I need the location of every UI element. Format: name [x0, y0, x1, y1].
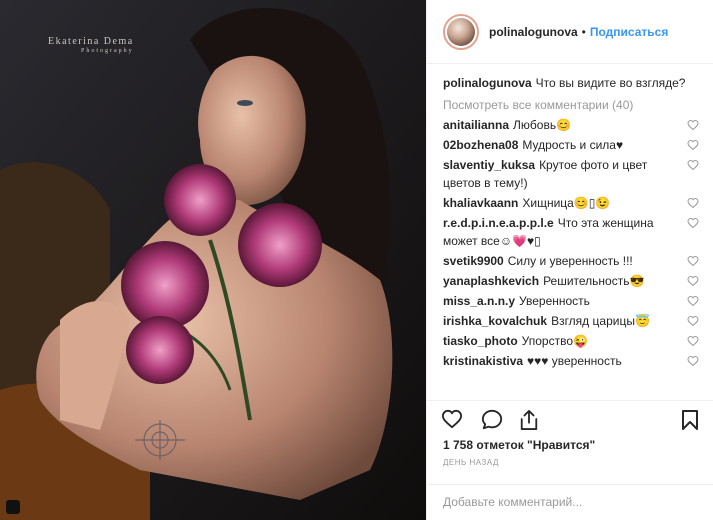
post-panel: polinalogunova • Подписаться polinalogun… [426, 0, 713, 520]
comment-row: r.e.d.p.i.n.e.a.p.p.l.e Что эта женщина м… [443, 214, 699, 250]
speech-bubble-icon[interactable] [481, 409, 503, 431]
comment-text: Силу и уверенность !!! [507, 254, 633, 268]
comment-text: Хищница😊▯😉 [522, 196, 611, 210]
comment-like-icon[interactable] [687, 355, 699, 367]
comment-username[interactable]: slaventiy_kuksa [443, 158, 535, 172]
comment-username[interactable]: kristinakistiva [443, 354, 523, 368]
post-timestamp[interactable]: День назад [443, 458, 499, 467]
comment-row: anitailianna Любовь😊 [443, 116, 699, 134]
view-all-comments-link[interactable]: Посмотреть все комментарии (40) [443, 98, 699, 112]
comment-row: tiasko_photo Упорство😜 [443, 332, 699, 350]
comment-like-icon[interactable] [687, 335, 699, 347]
comment-username[interactable]: irishka_kovalchuk [443, 314, 547, 328]
comment-row: 02bozhena08 Мудрость и сила♥ [443, 136, 699, 154]
comments-list[interactable]: polinalogunova Что вы видите во взгляде? … [427, 64, 713, 400]
comment-username[interactable]: tiasko_photo [443, 334, 518, 348]
comment-username[interactable]: r.e.d.p.i.n.e.a.p.p.l.e [443, 216, 554, 230]
comment-text: Уверенность [519, 294, 590, 308]
comment-username[interactable]: miss_a.n.n.y [443, 294, 515, 308]
header-username[interactable]: polinalogunova [489, 25, 578, 39]
comment-like-icon[interactable] [687, 217, 699, 229]
comment-row: yanaplashkevich Решительность😎 [443, 272, 699, 290]
comment-like-icon[interactable] [687, 159, 699, 171]
photo-artwork [0, 0, 426, 520]
post-photo[interactable]: Ekaterina Dema Photography [0, 0, 426, 520]
action-bar [427, 400, 713, 437]
comment-row: miss_a.n.n.y Уверенность [443, 292, 699, 310]
comment-text: Любовь😊 [513, 118, 572, 132]
post-caption: polinalogunova Что вы видите во взгляде? [443, 74, 699, 92]
caption-text: Что вы видите во взгляде? [535, 76, 686, 90]
bookmark-icon[interactable] [681, 409, 699, 431]
comment-text: Решительность😎 [543, 274, 645, 288]
share-upload-icon[interactable] [519, 409, 539, 431]
comment-like-icon[interactable] [687, 139, 699, 151]
comment-row: slaventiy_kuksa Крутое фото и цвет цветов… [443, 156, 699, 192]
add-comment-input[interactable] [443, 495, 697, 509]
comment-username[interactable]: 02bozhena08 [443, 138, 518, 152]
heart-outline-icon[interactable] [441, 409, 463, 429]
watermark-name: Ekaterina Dema [48, 36, 134, 47]
comment-like-icon[interactable] [687, 255, 699, 267]
post-header: polinalogunova • Подписаться [427, 0, 713, 64]
comment-row: irishka_kovalchuk Взгляд царицы😇 [443, 312, 699, 330]
follow-button[interactable]: Подписаться [590, 25, 668, 39]
comment-username[interactable]: khaliavkaann [443, 196, 518, 210]
comment-like-icon[interactable] [687, 295, 699, 307]
user-tag-icon[interactable] [6, 500, 20, 514]
comment-username[interactable]: svetik9900 [443, 254, 504, 268]
comment-text: Упорство😜 [521, 334, 588, 348]
comment-text: Мудрость и сила♥ [522, 138, 624, 152]
comment-row: khaliavkaann Хищница😊▯😉 [443, 194, 699, 212]
comment-like-icon[interactable] [687, 315, 699, 327]
header-separator: • [581, 24, 586, 39]
comment-username[interactable]: yanaplashkevich [443, 274, 539, 288]
watermark-sub: Photography [81, 48, 134, 54]
likes-count[interactable]: 1 758 отметок "Нравится" [443, 438, 595, 452]
comment-username[interactable]: anitailianna [443, 118, 509, 132]
comment-like-icon[interactable] [687, 119, 699, 131]
add-comment-area [427, 484, 713, 520]
comment-like-icon[interactable] [687, 197, 699, 209]
comment-row: svetik9900 Силу и уверенность !!! [443, 252, 699, 270]
comment-text: Взгляд царицы😇 [551, 314, 650, 328]
comment-text: ♥♥♥ уверенность [527, 354, 622, 368]
avatar-image [447, 17, 475, 46]
comment-row: kristinakistiva ♥♥♥ уверенность [443, 352, 699, 370]
caption-username[interactable]: polinalogunova [443, 76, 532, 90]
avatar[interactable] [443, 13, 479, 50]
photo-watermark: Ekaterina Dema Photography [48, 36, 134, 54]
comment-like-icon[interactable] [687, 275, 699, 287]
